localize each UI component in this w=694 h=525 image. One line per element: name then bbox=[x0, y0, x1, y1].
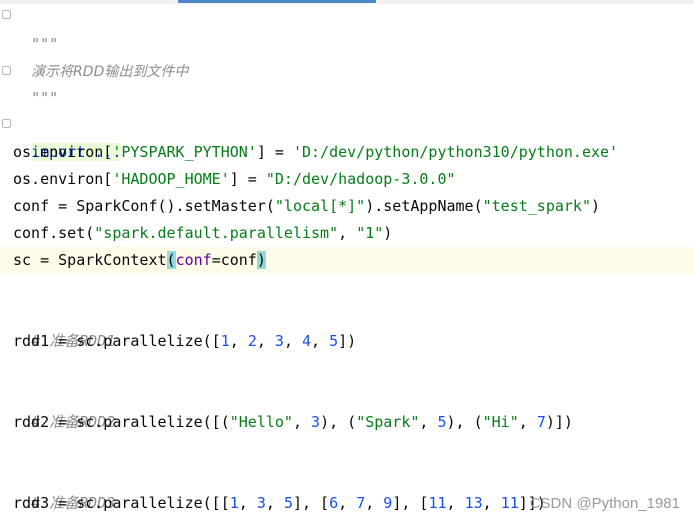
number-literal: 2 bbox=[247, 332, 257, 350]
watermark: CSDN @Python_1981 bbox=[529, 495, 680, 512]
code-text: rdd2 = sc.parallelize([( bbox=[13, 413, 230, 431]
number-literal: 4 bbox=[302, 332, 312, 350]
fold-icon[interactable] bbox=[2, 10, 11, 19]
code-line[interactable]: rdd2 = sc.parallelize([("Hello", 3), ("S… bbox=[13, 409, 573, 436]
code-text: os.environ[ bbox=[13, 143, 113, 161]
code-text: rdd1 = sc.parallelize([ bbox=[13, 332, 221, 350]
number-literal: 1 bbox=[229, 494, 239, 512]
number-literal: 3 bbox=[311, 413, 321, 431]
fold-icon[interactable] bbox=[2, 66, 11, 75]
matched-paren: ( bbox=[166, 251, 176, 269]
string-literal: "Hi" bbox=[482, 413, 519, 431]
code-text: , bbox=[338, 224, 357, 242]
number-literal: 6 bbox=[329, 494, 339, 512]
number-literal: 9 bbox=[383, 494, 393, 512]
number-literal: 7 bbox=[536, 413, 546, 431]
active-tab-indicator bbox=[178, 0, 376, 3]
code-line[interactable]: 演示将RDD输出到文件中 bbox=[13, 31, 188, 80]
code-line[interactable]: """ bbox=[13, 4, 58, 53]
string-literal: "Hello" bbox=[229, 413, 293, 431]
code-line[interactable]: """ bbox=[13, 58, 58, 107]
number-literal: 7 bbox=[356, 494, 366, 512]
code-text: )]) bbox=[545, 413, 573, 431]
code-line[interactable]: # 准备RDD1 bbox=[13, 301, 115, 350]
code-text: ).setAppName( bbox=[365, 197, 483, 215]
code-text: conf = SparkConf().setMaster( bbox=[13, 197, 275, 215]
code-line[interactable]: conf = SparkConf().setMaster("local[*]")… bbox=[13, 193, 600, 220]
code-line[interactable]: # 准备RDD3 bbox=[13, 463, 115, 512]
docstring-delimiter: """ bbox=[31, 89, 59, 107]
number-literal: 11 bbox=[500, 494, 519, 512]
code-text: ) bbox=[591, 197, 601, 215]
code-text: =conf bbox=[211, 251, 257, 269]
code-line[interactable]: # 准备RDD2 bbox=[13, 382, 115, 431]
string-literal: 'PYSPARK_PYTHON' bbox=[112, 143, 257, 161]
code-text: ]) bbox=[338, 332, 357, 350]
number-literal: 3 bbox=[274, 332, 284, 350]
code-line[interactable]: sc = SparkContext(conf=conf) bbox=[13, 247, 266, 274]
number-literal: 5 bbox=[437, 413, 447, 431]
code-text: sc = SparkContext bbox=[13, 251, 167, 269]
number-literal: 13 bbox=[464, 494, 483, 512]
string-literal: "1" bbox=[356, 224, 384, 242]
code-text: ] = bbox=[256, 143, 293, 161]
code-line[interactable]: rdd3 = sc.parallelize([[1, 3, 5], [6, 7,… bbox=[13, 490, 546, 517]
number-literal: 3 bbox=[256, 494, 266, 512]
code-text: ) bbox=[383, 224, 393, 242]
code-line[interactable]: conf.set("spark.default.parallelism", "1… bbox=[13, 220, 392, 247]
code-line[interactable]: os.environ['HADOOP_HOME'] = "D:/dev/hado… bbox=[13, 166, 456, 193]
number-literal: 5 bbox=[329, 332, 339, 350]
fold-icon[interactable] bbox=[2, 119, 11, 128]
named-parameter: conf bbox=[175, 251, 212, 269]
string-literal: 'D:/dev/python/python310/python.exe' bbox=[292, 143, 619, 161]
string-literal: 'HADOOP_HOME' bbox=[112, 170, 230, 188]
string-literal: "spark.default.parallelism" bbox=[94, 224, 339, 242]
string-literal: "test_spark" bbox=[482, 197, 591, 215]
string-literal: "local[*]" bbox=[274, 197, 366, 215]
string-literal: "D:/dev/hadoop-3.0.0" bbox=[265, 170, 456, 188]
number-literal: 1 bbox=[220, 332, 230, 350]
matched-paren: ) bbox=[256, 251, 266, 269]
code-line[interactable]: import ... bbox=[13, 112, 122, 161]
string-literal: "Spark" bbox=[356, 413, 420, 431]
code-text: conf.set( bbox=[13, 224, 95, 242]
number-literal: 11 bbox=[428, 494, 447, 512]
code-text: rdd3 = sc.parallelize([[ bbox=[13, 494, 230, 512]
number-literal: 5 bbox=[283, 494, 293, 512]
code-text: os.environ[ bbox=[13, 170, 113, 188]
code-line[interactable]: os.environ['PYSPARK_PYTHON'] = 'D:/dev/p… bbox=[13, 139, 618, 166]
code-line[interactable]: rdd1 = sc.parallelize([1, 2, 3, 4, 5]) bbox=[13, 328, 356, 355]
code-text: ] = bbox=[229, 170, 266, 188]
